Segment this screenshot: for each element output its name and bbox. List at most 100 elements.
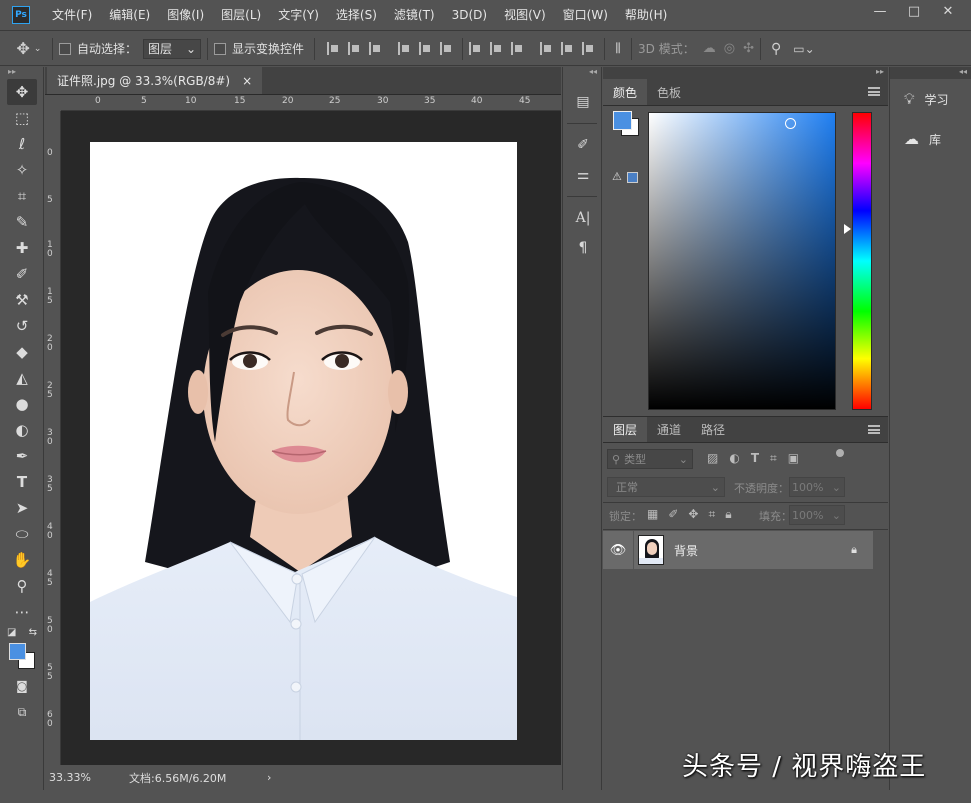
eraser-tool-icon[interactable]: ◆ [7,339,37,365]
menu-select[interactable]: 选择(S) [328,0,386,31]
align-hcenter-icon[interactable] [419,42,431,55]
hue-slider-handle[interactable] [844,224,851,234]
close-button[interactable]: ✕ [933,2,963,22]
foreground-color-swatch[interactable] [9,643,26,660]
tab-color[interactable]: 颜色 [603,79,648,105]
panel-menu-icon[interactable] [868,87,880,96]
align-left-icon[interactable] [398,42,410,55]
move-tool-icon[interactable]: ✥ [7,79,37,105]
3d-roll-icon[interactable]: ◎ [724,41,735,56]
lasso-tool-icon[interactable]: ℓ [7,131,37,157]
distribute-hcenter-icon[interactable] [561,42,573,55]
magic-wand-tool-icon[interactable]: ✧ [7,157,37,183]
menu-layer[interactable]: 图层(L) [213,0,270,31]
panel-menu-icon[interactable] [868,425,880,434]
opacity-input[interactable]: 100% ⌄ [789,477,845,497]
3d-pan-icon[interactable]: ✣ [743,41,754,56]
collapse-arrows-icon[interactable]: ◂◂ [563,67,601,79]
align-bottom-icon[interactable] [369,42,381,55]
hand-tool-icon[interactable]: ✋ [7,547,37,573]
auto-select-checkbox[interactable] [59,42,71,55]
layer-filter-dropdown[interactable]: ⚲ 类型 ⌄ [607,449,693,469]
brush-settings-icon[interactable]: ✐ [563,130,603,160]
adjustments-sliders-icon[interactable]: ⚌ [563,160,603,190]
lock-artboard-icon[interactable]: ⌗ [708,507,715,522]
align-right-icon[interactable] [440,42,452,55]
move-tool-preset-icon[interactable]: ✥ ⌄ [12,39,46,58]
collapse-arrows-icon[interactable]: ▸▸ [0,67,43,79]
maximize-button[interactable]: □ [899,2,929,22]
brush-tool-icon[interactable]: ✐ [7,261,37,287]
3d-orbit-icon[interactable]: ☁ [703,41,716,56]
align-vcenter-icon[interactable] [348,42,360,55]
default-colors-icon[interactable]: ◪ ⇆ [7,625,37,639]
dodge-tool-icon[interactable]: ◐ [7,417,37,443]
lock-all-icon[interactable]: 🔒︎ [725,507,731,522]
pen-tool-icon[interactable]: ✒ [7,443,37,469]
collapse-arrows-icon[interactable]: ◂◂ [890,67,971,79]
marquee-tool-icon[interactable]: ⬚ [7,105,37,131]
type-tool-icon[interactable]: T [7,469,37,495]
align-top-icon[interactable] [327,42,339,55]
lock-position-icon[interactable]: ✥ [688,507,698,522]
ruler-origin[interactable] [45,95,61,111]
history-brush-tool-icon[interactable]: ↺ [7,313,37,339]
zoom-tool-icon[interactable]: ⚲ [7,573,37,599]
type-filter-icon[interactable]: T [751,451,759,466]
layer-row[interactable]: 👁︎ 背景 🔒︎ [603,531,873,569]
quick-mask-icon[interactable]: ◙ [7,673,37,699]
zoom-level[interactable]: 33.33% [49,771,121,784]
pixel-filter-icon[interactable]: ▨ [707,451,718,466]
fg-color-chip[interactable] [613,111,632,130]
fill-input[interactable]: 100% ⌄ [789,505,845,525]
distribute-bottom-icon[interactable] [511,42,523,55]
vertical-ruler[interactable]: 0 5 1 0 1 5 2 0 2 5 3 0 3 5 4 0 4 5 5 0 … [45,111,61,765]
color-field[interactable] [648,112,836,410]
lock-transparent-pixels-icon[interactable]: ▦ [647,507,658,522]
more-tools-icon[interactable]: ⋯ [7,599,37,625]
distribute-right-icon[interactable] [582,42,594,55]
distribute-vcenter-icon[interactable] [490,42,502,55]
tab-layers[interactable]: 图层 [603,417,648,442]
distribute-top-icon[interactable] [469,42,481,55]
hue-slider[interactable] [852,112,872,410]
history-panel-icon[interactable]: ▤ [563,87,603,117]
close-tab-icon[interactable]: × [242,74,252,88]
smart-object-filter-icon[interactable]: ▣ [788,451,799,466]
out-of-gamut-warning-icon[interactable]: ⚠ [612,170,622,183]
pasteboard[interactable] [62,112,544,765]
collapse-arrows-icon[interactable]: ▸▸ [603,67,888,79]
status-menu-arrow-icon[interactable]: › [267,771,271,784]
menu-help[interactable]: 帮助(H) [617,0,676,31]
paragraph-panel-icon[interactable]: ¶ [563,233,603,263]
color-picker-cursor[interactable] [785,118,796,129]
visibility-eye-icon[interactable]: 👁︎ [603,543,633,558]
lock-image-pixels-icon[interactable]: ✐ [668,507,678,522]
healing-brush-tool-icon[interactable]: ✚ [7,235,37,261]
adjustment-filter-icon[interactable]: ◐ [729,451,739,466]
document-canvas[interactable] [90,142,517,740]
paint-bucket-tool-icon[interactable]: ◭ [7,365,37,391]
auto-align-icon[interactable]: ⫼ [611,41,625,56]
blur-tool-icon[interactable]: ● [7,391,37,417]
character-panel-icon[interactable]: A| [563,203,603,233]
screen-mode-icon[interactable]: ⧉ [7,699,37,725]
menu-edit[interactable]: 编辑(E) [101,0,159,31]
blend-mode-dropdown[interactable]: 正常 ⌄ [607,477,725,497]
search-icon[interactable]: ⚲ [771,41,781,57]
learn-panel-button[interactable]: 💡︎ 学习 [890,79,971,119]
tab-channels[interactable]: 通道 [647,417,691,442]
gamut-color-chip[interactable] [627,172,638,183]
distribute-left-icon[interactable] [540,42,552,55]
horizontal-ruler[interactable]: 0 5 10 15 20 25 30 35 40 45 [61,95,561,111]
path-selection-tool-icon[interactable]: ➤ [7,495,37,521]
menu-3d[interactable]: 3D(D) [444,0,496,31]
layer-name[interactable]: 背景 [674,542,698,559]
tab-swatches[interactable]: 色板 [647,79,691,105]
color-swatches[interactable] [7,641,37,671]
crop-tool-icon[interactable]: ⌗ [7,183,37,209]
ellipse-tool-icon[interactable]: ⬭ [7,521,37,547]
tab-paths[interactable]: 路径 [691,417,735,442]
libraries-panel-button[interactable]: ☁ 库 [890,119,971,159]
menu-file[interactable]: 文件(F) [44,0,101,31]
